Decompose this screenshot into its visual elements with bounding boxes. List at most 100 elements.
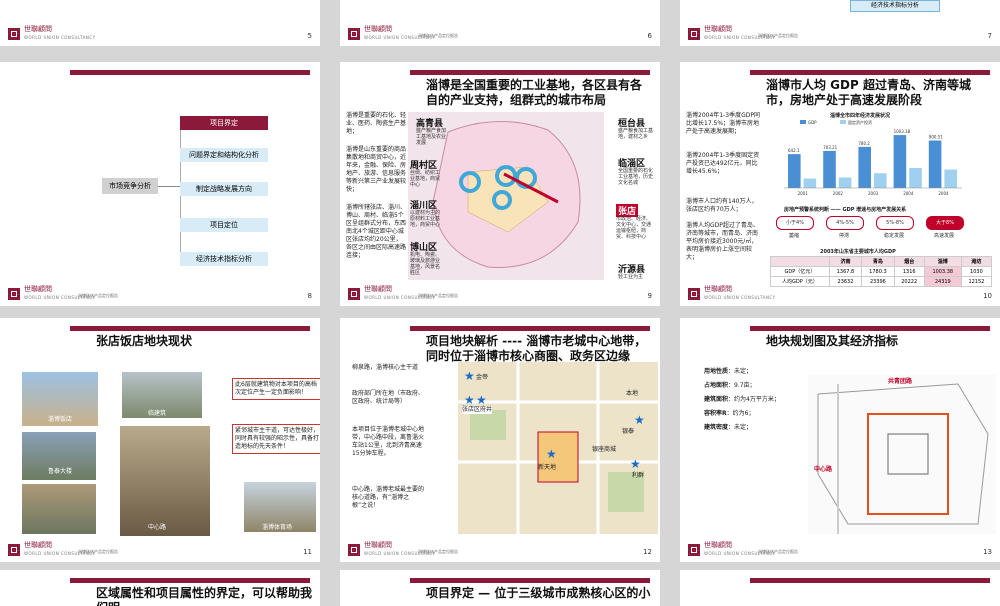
bullet-3: 淄博市人口约有140万人，张店区约有70万人；	[686, 198, 758, 213]
indicator-label: 占地面积	[704, 382, 729, 389]
bullet-4: 淄博人均GDP超过了青岛、济南等城市，而青岛、济南平均房价接近3000元/㎡，表…	[686, 222, 759, 261]
page-number: 5	[307, 32, 312, 40]
map-label-fujing: 张店区府井	[462, 406, 493, 414]
stage-label: 高速发展	[933, 233, 954, 239]
table-cell: 1367.8	[828, 266, 863, 277]
site-plan	[808, 374, 996, 534]
gdp-table: 济南 青岛 烟台 淄博 潍坊 GDP（亿元） 1367.8 1780.3 1316 1003.38…	[770, 256, 993, 287]
slide-9[interactable]: 淄博是全国重要的工业基地，各区县有各自的产业支持，组群式的城市布局 淄博是重要的…	[340, 62, 660, 306]
top-bar	[70, 70, 310, 75]
bar-GDP-2001	[788, 154, 801, 188]
note-1: 柳泉路，淄博核心主干道	[352, 364, 419, 371]
indicator-row: 占地面积：9.7亩；	[704, 382, 804, 390]
road-label-gongqingtuan: 共青团路	[888, 378, 913, 385]
page-number: 7	[987, 32, 992, 40]
table-title: 2003年山东省主要城市人均GDP	[820, 249, 896, 255]
caption-lutai: 鲁泰大楼	[48, 468, 73, 475]
slide-12[interactable]: 项目地块解析 ---- 淄博市老城中心地带，同时位于淄博市核心商圈、政务区边缘 …	[340, 318, 660, 562]
indicator-value: ：约为6；	[726, 410, 755, 417]
tag-box: 经济技术指标分析	[850, 0, 940, 12]
page-number: 6	[647, 32, 652, 40]
caption-road: 中心路	[148, 524, 167, 531]
brand-logo	[348, 544, 360, 556]
table-header-cell: 潍坊	[960, 256, 993, 267]
bullet-2: 淄博2004年1-3季度固定资产投资已达492亿元，同比增长45.6%；	[686, 152, 760, 175]
doc-label: 淄博张店产品定位报告	[758, 549, 798, 554]
star-icon: ★	[634, 413, 645, 427]
gdp-chart: 642.1 2001 703.21 2002 780.2 2003 1003.38 2004 9…	[784, 120, 962, 196]
slide-11[interactable]: 张店饭店地块现状 淄博饭店 临建筑 此6层就建筑物对本项目的高档次定位产生一定负…	[0, 318, 320, 562]
slide-title: 区域属性和项目属性的界定，可以帮助我们明	[96, 586, 313, 606]
bar-固定资产投资-2001	[803, 178, 817, 188]
brand-logo	[688, 288, 700, 300]
indicator-row: 建筑面积：约为4万平方米；	[704, 396, 804, 404]
map-label-liqun: 利群	[632, 472, 645, 479]
stages-row: 小于4% 萎缩 4%-5% 停滞 5%-8% 稳定发展 大于8% 高速发展	[776, 216, 976, 246]
bar-固定资产投资-2002	[838, 177, 852, 188]
bar-固定资产投资-2004	[909, 167, 922, 188]
bullet-1: 淄博是重要的石化、轻业、医药、陶瓷生产基地；	[346, 112, 407, 135]
table-cell: 1780.3	[861, 266, 895, 277]
page-number: 8	[307, 292, 312, 300]
doc-label: 淄博张店产品定位报告	[418, 33, 458, 38]
bar-固定资产投资-2003	[874, 173, 887, 188]
star-icon: ★	[464, 369, 475, 383]
brand-logo	[348, 288, 360, 300]
bar-value-label: 703.21	[823, 145, 837, 150]
stage-label: 萎缩	[788, 233, 799, 239]
table-cell: 20222	[893, 276, 925, 287]
top-bar	[410, 578, 650, 583]
district-linzi-note: 全国重要的石化工业基地，历史文化名城	[618, 168, 654, 186]
table-header-cell	[770, 256, 830, 267]
connector-line	[158, 186, 180, 187]
stage-box: 小于4%	[776, 216, 814, 230]
slide-8[interactable]: 市场竞争分析 项目界定 问题界定和结构化分析 制定战略发展方向 项目定位 经济技…	[0, 62, 320, 306]
bar-value-label: 900.51	[929, 135, 943, 140]
street-map	[458, 362, 658, 534]
star-icon: ★	[630, 457, 641, 471]
page-number: 12	[643, 548, 652, 556]
district-zhangdian-note: 市政治、经济、文化中心，交通运输枢纽，商贸、科技中心	[616, 216, 652, 240]
bullet-1: 淄博2004年1-3季度GDP同比增长17.5%；淄博市房地产处于高速发展期；	[686, 112, 760, 135]
indicator-label: 建筑面积	[704, 396, 729, 403]
slide-16[interactable]	[680, 570, 1000, 606]
table-cell: 1316	[893, 266, 925, 277]
bar-value-label: 642.1	[788, 148, 800, 153]
star-icon: ★	[464, 393, 475, 407]
top-bar	[750, 578, 990, 583]
slide-13[interactable]: 地块规划图及其经济指标 用地性质：未定； 占地面积：9.7亩； 建筑面积：约为4万平…	[680, 318, 1000, 562]
slide-7[interactable]: 经济技术指标分析 世聯顧問 WORLD UNION CONSULTANCY 淄博张…	[680, 0, 1000, 46]
note-3: 本项目位于淄博老城中心地带，中心路中段，离鲁淄火车站1公里，北到济青高速15分钟…	[352, 426, 425, 457]
district-yiyuan-note: 轻工业为主	[618, 274, 644, 280]
table-header-cell: 烟台	[893, 256, 925, 267]
step-5: 经济技术指标分析	[180, 252, 268, 266]
district-boshan-note: 机电、陶瓷、玻璃及旅游业基地，风景名胜区	[410, 252, 441, 276]
indicator-list: 用地性质：未定； 占地面积：9.7亩； 建筑面积：约为4万平方米； 容积率R：约为6；…	[704, 368, 804, 438]
slide-5[interactable]: 世聯顧問 WORLD UNION CONSULTANCY 5	[0, 0, 320, 46]
doc-label: 淄博张店产品定位报告	[418, 293, 458, 298]
slide-10[interactable]: 淄博市人均 GDP 超过青岛、济南等城市，房地产处于高速发展阶段 淄博2004年…	[680, 62, 1000, 306]
bullet-2: 淄博是山东重要的商品集散地和商贸中心，近年来，金融、保险、房地产、旅游、信息服务…	[346, 146, 407, 193]
page-number: 9	[647, 292, 652, 300]
brand-logo	[8, 28, 20, 40]
star-icon: ★	[476, 393, 487, 407]
bar-GDP-2004	[893, 135, 907, 188]
slide-15[interactable]: 项目界定 — 位于三级城市成熟核心区的小	[340, 570, 660, 606]
slide-6[interactable]: 世聯顧問 WORLD UNION CONSULTANCY 淄博张店产品定位报告 6	[340, 0, 660, 46]
bullet-3: 淄博所辖张店、淄川、博山、周村、临淄5个区呈组群式分布，东西南北4个城区距中心城…	[346, 204, 407, 259]
table-cell: 23632	[828, 276, 863, 287]
brand-logo	[348, 28, 360, 40]
bar-value-label: 780.2	[858, 141, 870, 146]
slide-14[interactable]: 区域属性和项目属性的界定，可以帮助我们明	[0, 570, 320, 606]
page-number: 10	[983, 292, 992, 300]
brand-name: 世聯顧問 WORLD UNION CONSULTANCY	[24, 25, 96, 41]
district-zichuan-note: 以建材为主的原材料工业基地，商贸中心	[410, 210, 441, 228]
step-2: 问题界定和结构化分析	[180, 148, 268, 162]
bar-value-label: 1003.38	[894, 129, 911, 134]
table-cell: 人均GDP（元）	[770, 276, 830, 287]
caption-hotel: 淄博饭店	[48, 416, 73, 423]
stage-label: 稳定发展	[883, 233, 904, 239]
step-3: 制定战略发展方向	[180, 182, 268, 196]
photo-street	[22, 484, 96, 534]
road-label-zhongxin: 中心路	[814, 466, 833, 473]
